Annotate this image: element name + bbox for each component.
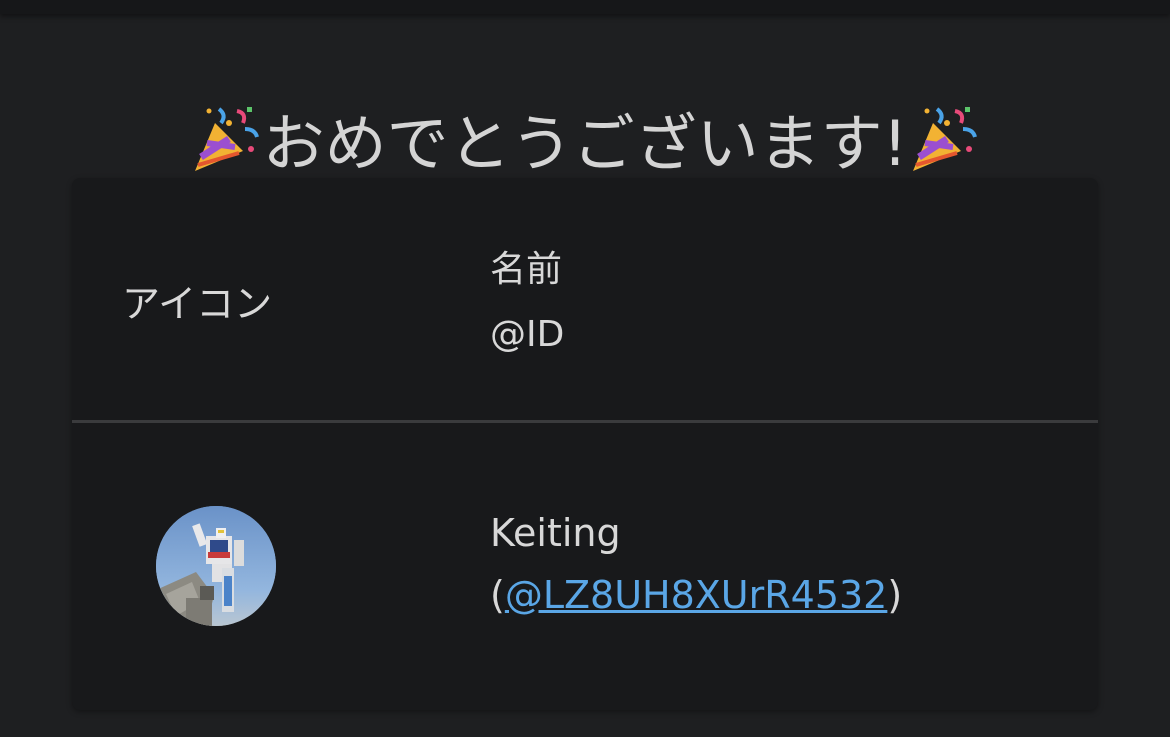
winner-id-link[interactable]: @LZ8UH8XUrR4532 (505, 573, 888, 617)
title-text: おめでとうございます! (262, 106, 908, 180)
winner-table: アイコン 名前 @ID Keiting (@LZ8UH8XUrR4532) (72, 178, 1098, 710)
robot-statue-image (156, 506, 276, 626)
header-icon-label: アイコン (122, 282, 273, 326)
id-open-paren: ( (490, 573, 505, 617)
table-header: アイコン 名前 @ID (72, 178, 1098, 423)
party-popper-icon (913, 106, 978, 171)
party-popper-icon (194, 106, 259, 171)
avatar (156, 506, 276, 626)
winner-name: Keiting (490, 511, 621, 555)
header-name-label: 名前 (490, 249, 563, 290)
top-bar (0, 0, 1170, 14)
id-close-paren: ) (887, 573, 903, 617)
header-id-label: @ID (490, 314, 565, 355)
winner-id: (@LZ8UH8XUrR4532) (490, 573, 902, 617)
table-row: Keiting (@LZ8UH8XUrR4532) (72, 423, 1098, 710)
